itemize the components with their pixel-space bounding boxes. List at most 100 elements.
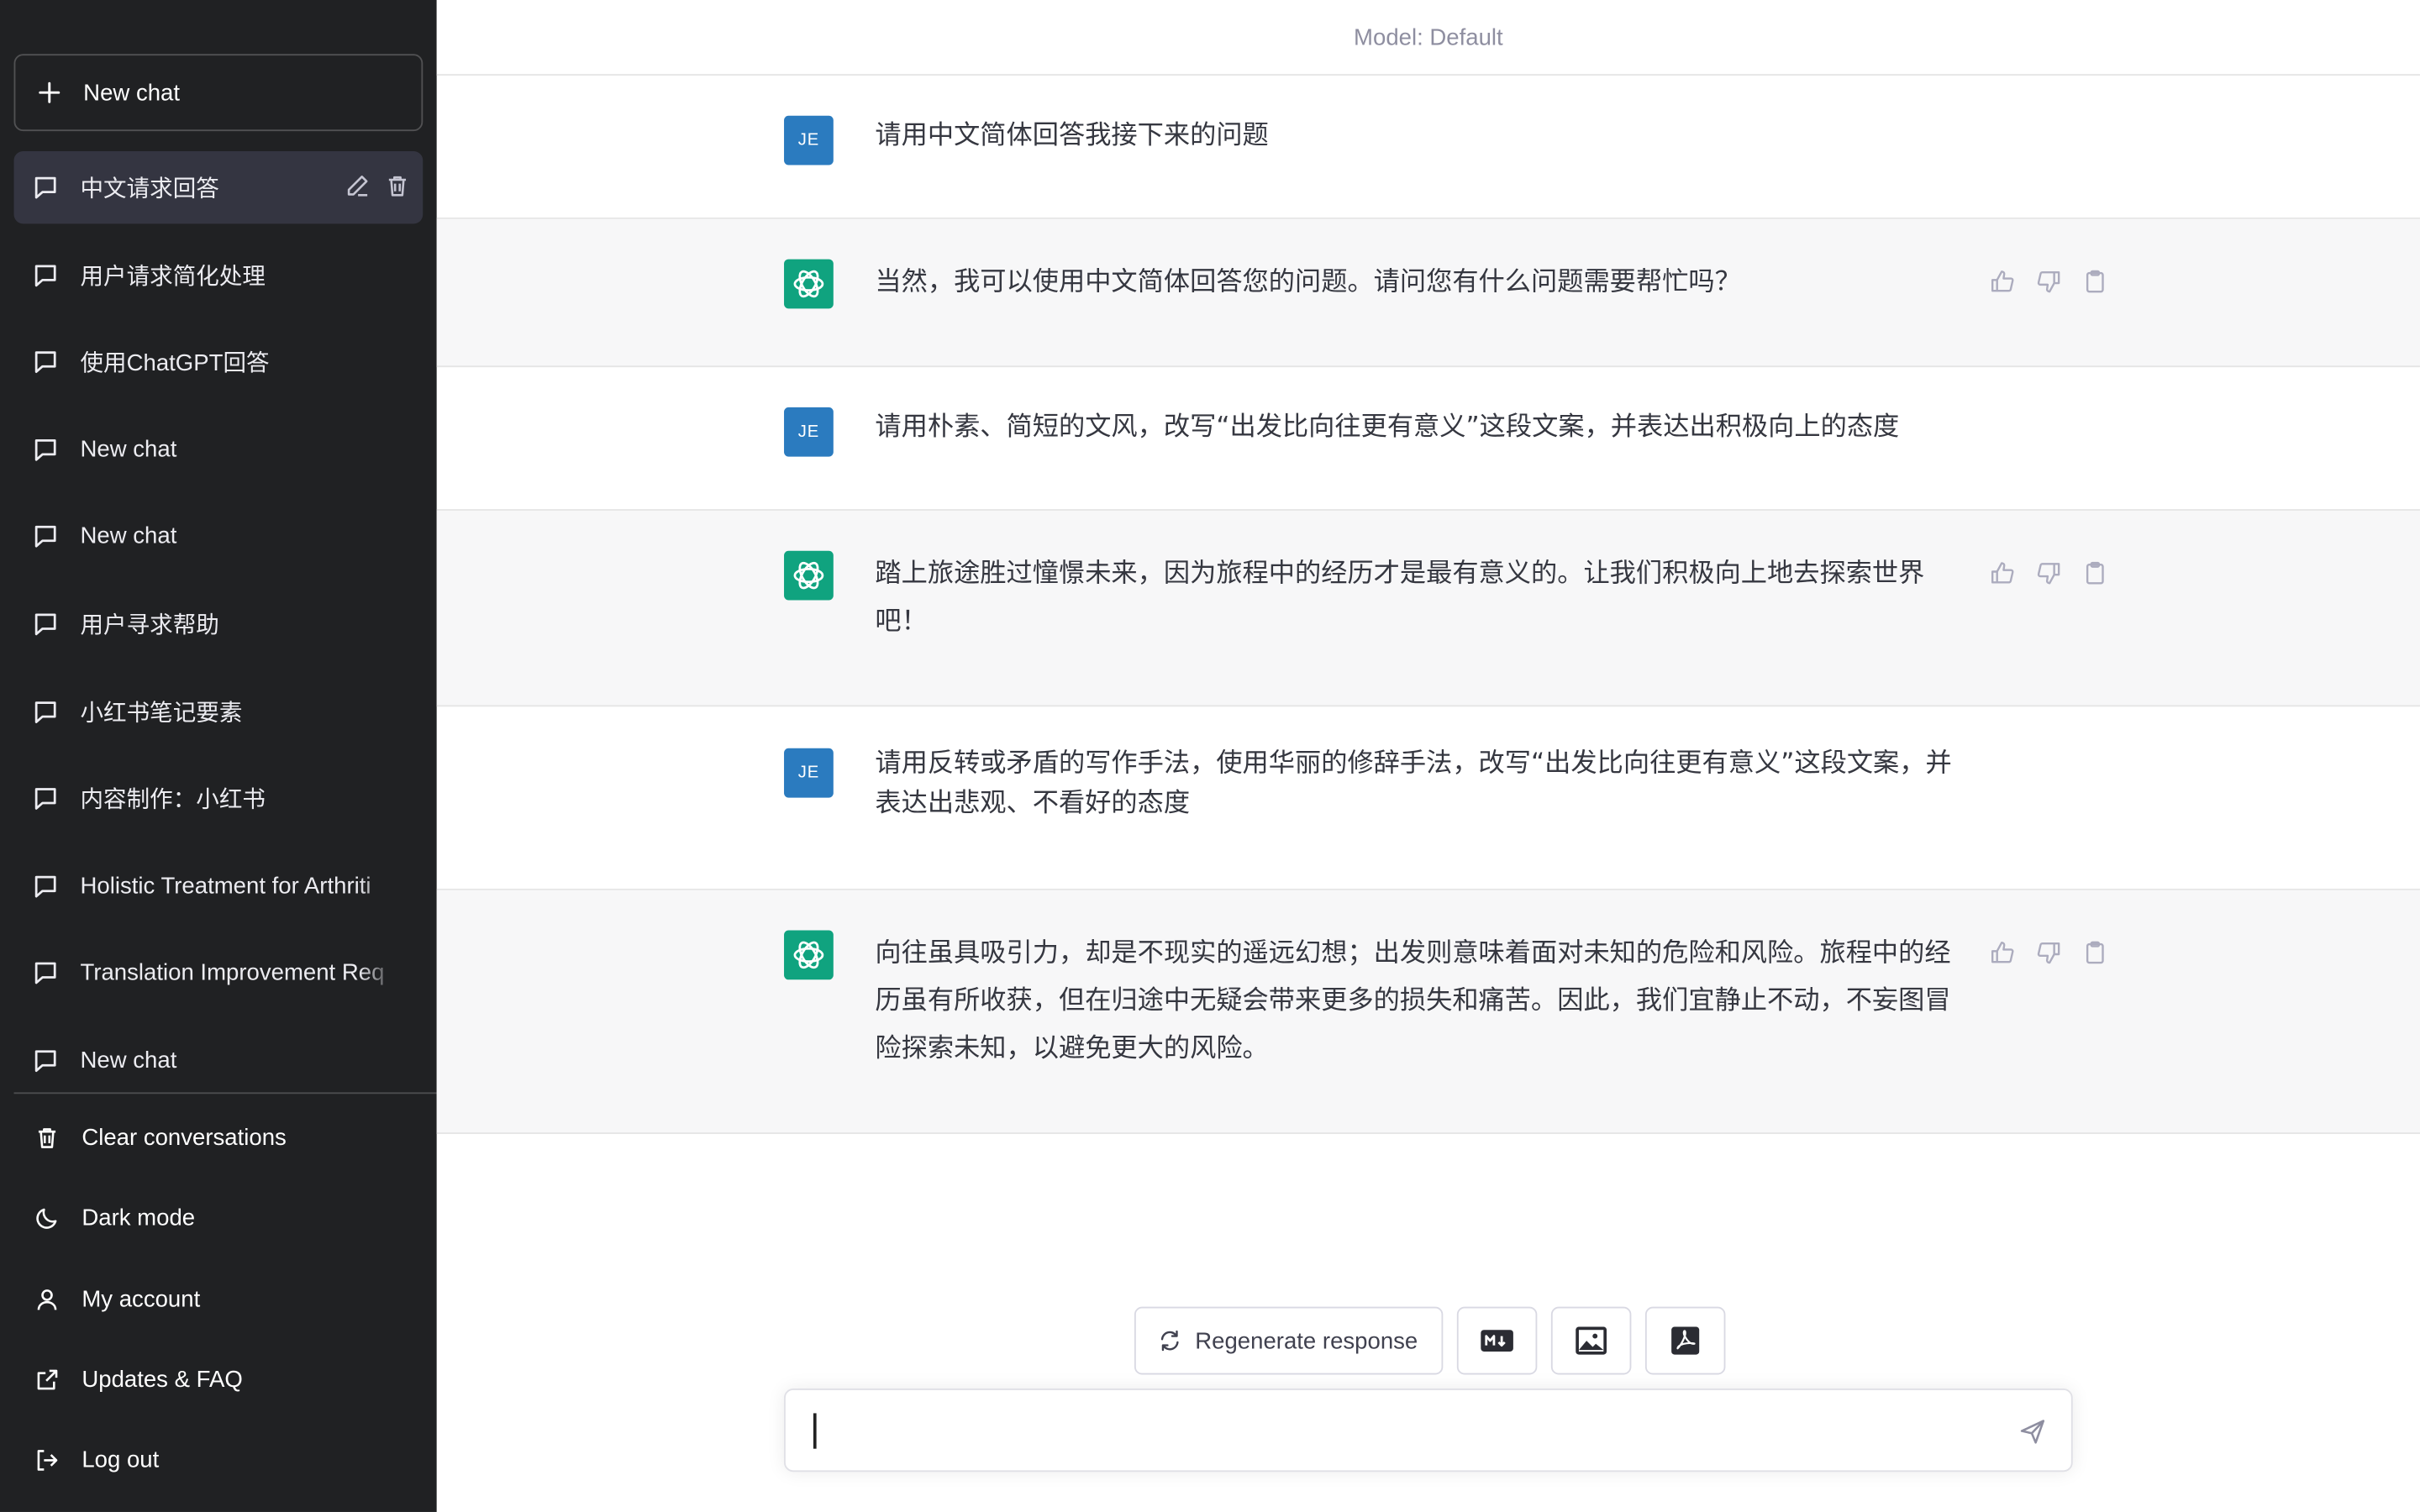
conversation-item[interactable]: New chat xyxy=(14,413,437,486)
regenerate-response-button[interactable]: Regenerate response xyxy=(1134,1306,1444,1375)
chat-bubble-icon xyxy=(33,873,59,899)
markdown-icon xyxy=(1480,1328,1513,1352)
conversation-label: 内容制作：小红书 xyxy=(80,787,266,814)
message-text: 请用中文简体回答我接下来的问题 xyxy=(875,120,1269,151)
thumbs-up-icon[interactable] xyxy=(1990,940,2016,966)
conversation-label: 中文请求回答 xyxy=(80,176,219,202)
user-icon xyxy=(34,1286,60,1312)
plus-icon xyxy=(37,81,61,105)
moon-icon xyxy=(34,1205,60,1231)
chatgpt-logo-icon xyxy=(784,550,834,601)
sidebar-menu: Clear conversations Dark mode My account… xyxy=(14,1101,424,1504)
copy-icon[interactable] xyxy=(2082,940,2108,966)
conversation-item[interactable]: Translation Improvement Req xyxy=(14,937,437,1010)
avatar: JE xyxy=(784,115,834,165)
conversation-item[interactable]: New chat xyxy=(14,501,437,573)
action-bar: Regenerate response xyxy=(1134,1306,1726,1375)
message-input[interactable] xyxy=(812,1411,1985,1452)
refresh-icon xyxy=(1160,1330,1181,1352)
menu-label: Log out xyxy=(82,1447,160,1474)
thumbs-down-icon[interactable] xyxy=(2036,940,2062,966)
conversation-item[interactable]: Holistic Treatment for Arthriti xyxy=(14,850,437,922)
message-text: 踏上旅途胜过憧憬未来，因为旅程中的经历才是最有意义的。让我们积极向上地去探索世界… xyxy=(875,558,1925,638)
chatgpt-logo-icon xyxy=(784,930,834,980)
conversation-label: Holistic Treatment for Arthriti xyxy=(80,873,371,900)
conversation-item[interactable]: New chat xyxy=(14,1024,437,1096)
image-icon xyxy=(1574,1326,1607,1357)
thumbs-down-icon[interactable] xyxy=(2036,269,2062,295)
menu-label: My account xyxy=(82,1286,201,1313)
conversation-label: New chat xyxy=(80,1047,177,1074)
conversation-label: New chat xyxy=(80,523,177,550)
copy-icon[interactable] xyxy=(2082,269,2108,295)
chat-bubble-icon xyxy=(33,175,59,201)
conversation-label: 使用ChatGPT回答 xyxy=(80,350,270,377)
sidebar-divider xyxy=(13,1092,437,1095)
chat-bubble-icon xyxy=(33,698,59,724)
new-chat-label: New chat xyxy=(83,79,181,106)
conversation-label: 小红书笔记要素 xyxy=(80,700,243,727)
edit-icon[interactable] xyxy=(345,173,371,199)
chatgpt-logo-icon xyxy=(784,259,834,309)
thumbs-up-icon[interactable] xyxy=(1990,560,2016,586)
chat-bubble-icon xyxy=(33,960,59,986)
message-input-box xyxy=(784,1389,2073,1473)
avatar: JE xyxy=(784,748,834,798)
regenerate-label: Regenerate response xyxy=(1195,1327,1418,1354)
chat-bubble-icon xyxy=(33,349,59,375)
message-row: JE 请用中文简体回答我接下来的问题 xyxy=(436,76,2420,219)
conversation-item[interactable]: 用户寻求帮助 xyxy=(14,588,437,660)
dark-mode-button[interactable]: Dark mode xyxy=(14,1182,424,1254)
message-text: 请用反转或矛盾的写作手法，使用华丽的修辞手法，改写“出发比向往更有意义”这段文案… xyxy=(875,748,1952,820)
menu-label: Dark mode xyxy=(82,1205,196,1232)
pdf-icon xyxy=(1670,1326,1701,1357)
message-row: JE 请用反转或矛盾的写作手法，使用华丽的修辞手法，改写“出发比向往更有意义”这… xyxy=(436,706,2420,890)
chat-bubble-icon xyxy=(33,436,59,462)
message-row: JE 请用朴素、简短的文风，改写“出发比向往更有意义”这段文案，并表达出积极向上… xyxy=(436,367,2420,511)
export-pdf-button[interactable] xyxy=(1644,1306,1726,1375)
chat-bubble-icon xyxy=(33,523,59,549)
logout-icon xyxy=(34,1447,60,1473)
conversation-item[interactable]: 用户请求简化处理 xyxy=(14,239,437,311)
conversation-label: New chat xyxy=(80,436,177,463)
message-text: 请用朴素、简短的文风，改写“出发比向往更有意义”这段文案，并表达出积极向上的态度 xyxy=(875,412,1900,444)
log-out-button[interactable]: Log out xyxy=(14,1425,424,1497)
clear-conversations-button[interactable]: Clear conversations xyxy=(14,1101,424,1173)
menu-label: Updates & FAQ xyxy=(82,1367,243,1394)
chat-bubble-icon xyxy=(33,611,59,637)
sidebar: New chat 中文请求回答 用户请求简化处理 使用ChatGPT回答 New… xyxy=(0,0,437,1512)
model-indicator: Model: Default xyxy=(436,0,2420,76)
message-text: 当然，我可以使用中文简体回答您的问题。请问您有什么问题需要帮忙吗？ xyxy=(875,266,1741,298)
message-row: 当然，我可以使用中文简体回答您的问题。请问您有什么问题需要帮忙吗？ xyxy=(436,218,2420,368)
export-markdown-button[interactable] xyxy=(1456,1306,1538,1375)
message-text: 向往虽具吸引力，却是不现实的遥远幻想；出发则意味着面对未知的危险和风险。旅程中的… xyxy=(875,937,1951,1065)
avatar: JE xyxy=(784,407,834,457)
external-link-icon xyxy=(34,1367,60,1393)
updates-faq-link[interactable]: Updates & FAQ xyxy=(14,1344,424,1416)
conversation-item[interactable]: 内容制作：小红书 xyxy=(14,763,437,835)
export-image-button[interactable] xyxy=(1550,1306,1632,1375)
chat-bubble-icon xyxy=(33,1047,59,1074)
trash-icon[interactable] xyxy=(384,173,410,199)
chat-main: Model: Default JE 请用中文简体回答我接下来的问题 当然，我可以… xyxy=(436,0,2420,1512)
conversation-item[interactable]: 使用ChatGPT回答 xyxy=(14,326,437,398)
new-chat-button[interactable]: New chat xyxy=(13,54,424,132)
send-icon[interactable] xyxy=(2018,1418,2046,1453)
text-caret xyxy=(813,1413,817,1449)
message-row: 向往虽具吸引力，却是不现实的遥远幻想；出发则意味着面对未知的危险和风险。旅程中的… xyxy=(436,890,2420,1134)
message-row: 踏上旅途胜过憧憬未来，因为旅程中的经历才是最有意义的。让我们积极向上地去探索世界… xyxy=(436,510,2420,707)
thumbs-up-icon[interactable] xyxy=(1990,269,2016,295)
conversation-item[interactable]: 小红书笔记要素 xyxy=(14,675,437,748)
chat-bubble-icon xyxy=(33,785,59,811)
trash-icon xyxy=(34,1125,60,1151)
my-account-button[interactable]: My account xyxy=(14,1263,424,1336)
conversation-item[interactable]: 中文请求回答 xyxy=(13,150,424,224)
thumbs-down-icon[interactable] xyxy=(2036,560,2062,586)
menu-label: Clear conversations xyxy=(82,1124,287,1152)
conversation-label: 用户请求简化处理 xyxy=(80,263,266,290)
chat-bubble-icon xyxy=(33,261,59,287)
conversation-label: Translation Improvement Req xyxy=(80,960,385,987)
copy-icon[interactable] xyxy=(2082,560,2108,586)
conversation-label: 用户寻求帮助 xyxy=(80,612,219,639)
conversation-list: 中文请求回答 用户请求简化处理 使用ChatGPT回答 New chat New… xyxy=(13,150,437,1111)
